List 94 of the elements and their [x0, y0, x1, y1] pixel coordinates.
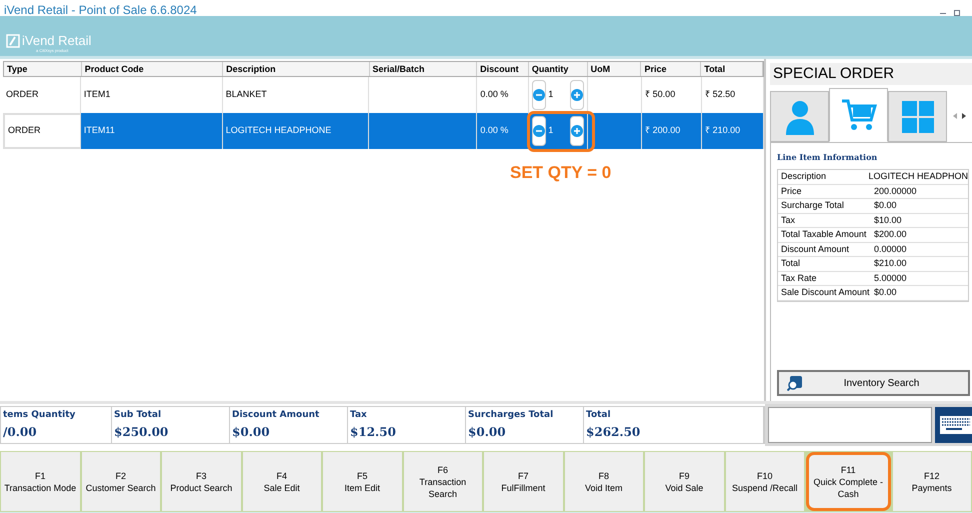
shopping-cart-icon	[840, 98, 876, 132]
detail-label: Sale Discount Amount	[780, 286, 871, 299]
detail-label: Total	[780, 257, 802, 270]
summary-label: Discount Amount	[232, 409, 320, 422]
detail-value: 5.00000	[874, 272, 907, 284]
summary-value: $12.50	[350, 424, 397, 441]
increase-button[interactable]	[570, 116, 584, 146]
person-icon	[784, 98, 814, 134]
column-header: Description	[223, 62, 370, 76]
table-cell-text: BLANKET	[226, 88, 267, 102]
grid-icon	[902, 100, 934, 132]
function-key-button[interactable]: F12 Payments	[892, 452, 971, 511]
window-title: iVend Retail - Point of Sale 6.6.8024	[4, 4, 197, 16]
table-cell-text: ITEM11	[84, 124, 115, 138]
function-key-button[interactable]: F10 Suspend /Recall	[726, 452, 804, 511]
function-key-button[interactable]: F6 Transaction Search	[404, 452, 482, 511]
detail-label: Discount Amount	[780, 242, 850, 256]
section-title: Line Item Information	[777, 151, 878, 163]
function-key-button[interactable]: F11 Quick Complete - Cash	[806, 452, 890, 511]
detail-value: 200.00000	[874, 184, 917, 198]
plus-icon	[571, 89, 584, 101]
minus-icon	[533, 89, 546, 101]
scroll-right-icon[interactable]	[962, 112, 966, 118]
summary-value: $262.50	[586, 424, 642, 441]
table-cell-text: ₹ 52.50	[705, 88, 736, 102]
decrease-button[interactable]	[532, 80, 546, 110]
table-cell-text: 0.00 %	[480, 88, 508, 102]
detail-value: $0.00	[874, 286, 897, 299]
detail-label: Tax Rate	[780, 272, 818, 284]
function-key-button[interactable]: F9 Void Sale	[645, 452, 724, 511]
summary-value: $0.00	[468, 424, 507, 441]
function-key-button[interactable]: F3 Product Search	[162, 452, 240, 511]
detail-value: $210.00	[874, 257, 907, 270]
panel-tab[interactable]	[770, 91, 829, 142]
summary-label: Total	[586, 409, 612, 422]
quantity-value: 1	[548, 88, 554, 102]
table-cell-text: ORDER	[6, 88, 39, 102]
panel-tab[interactable]	[829, 88, 888, 142]
column-header: Price	[641, 62, 702, 76]
detail-value: $0.00	[874, 199, 897, 212]
folder-search-icon	[787, 375, 803, 391]
table-cell-text: ₹ 210.00	[705, 124, 740, 138]
keyboard-icon	[940, 416, 972, 434]
column-header: Discount	[477, 62, 529, 76]
summary-label: tems Quantity	[3, 409, 76, 422]
inventory-search-button[interactable]: Inventory Search	[777, 370, 970, 396]
panel-title: SPECIAL ORDER	[770, 63, 972, 85]
column-header: Total	[701, 62, 763, 76]
column-header: UoM	[588, 62, 642, 76]
column-header: Type	[4, 62, 82, 76]
detail-label: Total Taxable Amount	[780, 228, 868, 241]
detail-value: $10.00	[874, 214, 902, 226]
minimize-icon[interactable]	[940, 12, 946, 14]
decrease-button[interactable]	[532, 116, 546, 146]
panel-tab[interactable]	[888, 91, 947, 142]
detail-label: Surcharge Total	[780, 199, 845, 212]
table-cell-text: 0.00 %	[480, 124, 508, 138]
function-key-button[interactable]: F7 FulFillment	[484, 452, 562, 511]
annotation-text: SET QTY = 0	[510, 162, 612, 184]
table-cell-text: LOGITECH HEADPHONE	[226, 124, 332, 138]
table-cell-text: ₹ 50.00	[645, 88, 676, 102]
input-field[interactable]	[768, 407, 932, 443]
summary-label: Sub Total	[114, 409, 162, 422]
detail-value: 0.00000	[874, 242, 907, 256]
column-header: Serial/Batch	[370, 62, 478, 76]
table-cell-text: ORDER	[8, 124, 41, 138]
scroll-left-icon[interactable]	[953, 112, 957, 118]
function-key-button[interactable]: F2 Customer Search	[82, 452, 160, 511]
plus-icon	[571, 125, 584, 137]
summary-value: $0.00	[232, 424, 271, 441]
table-row[interactable]: ORDER ITEM11 LOGITECH HEADPHONE 0.00 % 1 ₹ 200.00 ₹ 210.00	[3, 113, 764, 149]
function-key-button[interactable]: F1 Transaction Mode	[1, 452, 80, 511]
annotation-box	[527, 111, 595, 152]
detail-label: Price	[780, 184, 803, 198]
detail-value: LOGITECH HEADPHON	[868, 170, 968, 183]
function-key-button[interactable]: F5 Item Edit	[323, 452, 402, 511]
table-cell-text: ₹ 200.00	[645, 124, 680, 138]
detail-label: Description	[780, 170, 828, 183]
summary-label: Surcharges Total	[468, 409, 554, 422]
keyboard-button[interactable]	[935, 407, 972, 443]
minus-icon	[533, 125, 546, 137]
table-cell-text: ITEM1	[84, 88, 110, 102]
column-header: Product Code	[82, 62, 224, 76]
quantity-value: 1	[548, 124, 554, 138]
function-key-button[interactable]: F4 Sale Edit	[242, 452, 321, 511]
detail-value: $200.00	[874, 228, 907, 241]
summary-value: /0.00	[3, 424, 38, 441]
summary-label: Tax	[350, 409, 368, 422]
table-row[interactable]: ORDER ITEM1 BLANKET 0.00 % 1 ₹ 50.00 ₹ 52.50	[3, 77, 764, 113]
summary-value: $250.00	[114, 424, 170, 441]
function-key-button[interactable]: F8 Void Item	[564, 452, 643, 511]
increase-button[interactable]	[570, 80, 584, 110]
detail-label: Tax	[780, 214, 796, 226]
column-header: Quantity	[528, 62, 588, 76]
